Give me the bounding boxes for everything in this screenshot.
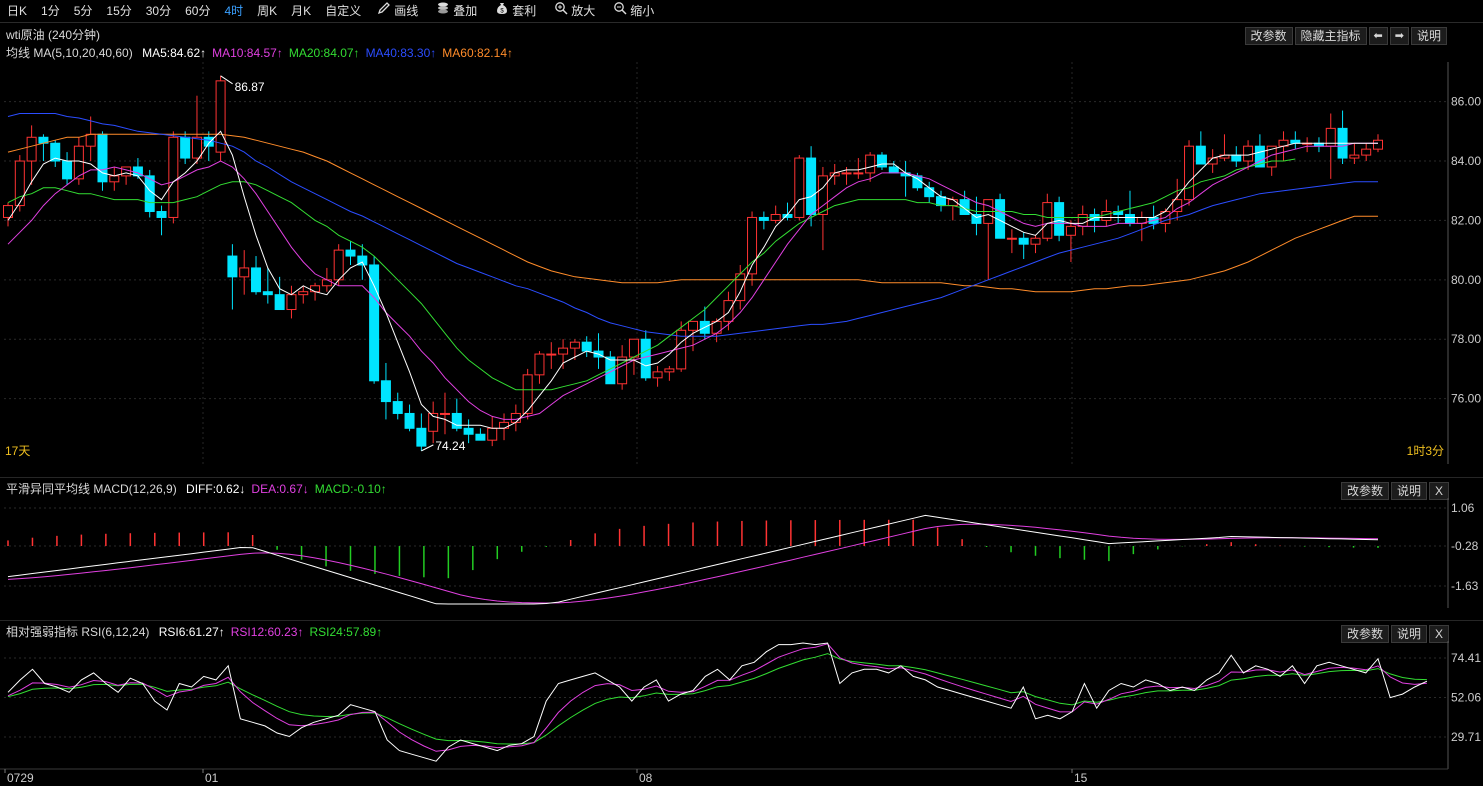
rsi6-line — [7, 642, 1428, 762]
candlestick-chart[interactable]: 86.00 84.00 82.00 80.00 78.00 76.00 86.87 74.24… — [0, 62, 1483, 464]
ma-legend-value: MA20:84.07↑ — [288, 46, 360, 60]
rsi-y-tick: 29.71 — [1451, 730, 1481, 744]
hide-main-indicator-button[interactable]: 隐藏主指标 — [1294, 27, 1367, 45]
y-tick-label: 86.00 — [1451, 95, 1481, 109]
tool-label: 叠加 — [453, 4, 478, 18]
tool-label: 画线 — [394, 4, 419, 18]
macd-y-tick: 1.06 — [1451, 501, 1475, 515]
candle — [876, 152, 887, 170]
high-price-label: 86.87 — [235, 80, 265, 94]
period-tab[interactable]: 60分 — [178, 0, 217, 22]
macd-y-tick: -0.28 — [1451, 539, 1479, 553]
ma-legend-value: MA60:82.14↑ — [442, 46, 513, 60]
legend-value: RSI12:60.23↑ — [230, 625, 304, 639]
period-tab[interactable]: 周K — [250, 0, 284, 22]
money-bag-icon: $ — [495, 1, 509, 21]
ma-legend-value: MA5:84.62↑ — [142, 46, 207, 60]
main-chart-title: wti原油 (240分钟) — [6, 28, 101, 42]
macd-legend-name: 平滑异同平均线 MACD(12,26,9) — [6, 482, 177, 496]
x-tick-label: 15 — [1074, 771, 1088, 785]
ma-legend-value: MA10:84.57↑ — [212, 46, 283, 60]
legend-value: RSI24:57.89↑ — [309, 625, 383, 639]
low-price-label: 74.24 — [435, 439, 465, 453]
period-tab[interactable]: 日K — [0, 0, 34, 22]
candle — [1054, 196, 1065, 242]
legend-value: DEA:0.67↓ — [251, 482, 309, 496]
legend-value: DIFF:0.62↓ — [186, 482, 246, 496]
candle — [522, 368, 533, 420]
ma-legend-value: MA40:83.30↑ — [365, 46, 437, 60]
period-toolbar: 日K 1分 5分 15分 30分 60分 4时 周K 月K 自定义 画线 叠加 $ 套利 放大 缩小 — [0, 0, 1483, 23]
period-tab[interactable]: 4时 — [217, 0, 250, 22]
pencil-icon — [377, 1, 391, 21]
time-axis: 0729 01 08 15 — [0, 768, 1448, 785]
zoom-in-icon — [554, 1, 568, 21]
x-tick-label: 0729 — [7, 771, 34, 785]
tool-money-bag-button[interactable]: $ 套利 — [486, 0, 545, 22]
y-tick-label: 82.00 — [1451, 213, 1481, 227]
scroll-right-button[interactable]: ➡ — [1389, 27, 1409, 45]
tool-label: 缩小 — [630, 4, 655, 18]
candle — [369, 256, 380, 384]
y-tick-label: 78.00 — [1451, 332, 1481, 346]
zoom-out-icon — [613, 1, 627, 21]
ma-legend-name: 均线 MA(5,10,20,40,60) — [6, 46, 133, 60]
change-params-button[interactable]: 改参数 — [1244, 27, 1293, 45]
macd-legend: 平滑异同平均线 MACD(12,26,9) DIFF:0.62↓ DEA:0.67… — [6, 480, 393, 498]
candle — [1184, 140, 1195, 206]
y-tick-label: 80.00 — [1451, 273, 1481, 287]
rsi-chart[interactable]: 74.41 52.06 29.71 — [0, 641, 1483, 769]
scroll-left-button[interactable]: ⬅ — [1368, 27, 1388, 45]
candle — [995, 193, 1006, 239]
rsi-y-tick: 52.06 — [1451, 691, 1481, 705]
period-tab[interactable]: 1分 — [34, 0, 67, 22]
rsi-y-tick: 74.41 — [1451, 651, 1481, 665]
countdown-label: 1时3分 — [1407, 444, 1444, 458]
legend-value: RSI6:61.27↑ — [158, 625, 225, 639]
rsi-legend: 相对强弱指标 RSI(6,12,24) RSI6:61.27↑ RSI12:60.… — [6, 623, 388, 641]
span-days-label: 17天 — [5, 444, 30, 458]
legend-value: MACD:-0.10↑ — [314, 482, 387, 496]
tool-layers-button[interactable]: 叠加 — [427, 0, 486, 22]
tool-zoom-out-button[interactable]: 缩小 — [604, 0, 663, 22]
rsi-legend-name: 相对强弱指标 RSI(6,12,24) — [6, 625, 150, 639]
macd-y-tick: -1.63 — [1451, 579, 1479, 593]
candle — [97, 131, 108, 191]
y-tick-label: 84.00 — [1451, 154, 1481, 168]
tool-pencil-button[interactable]: 画线 — [368, 0, 427, 22]
period-tab[interactable]: 5分 — [67, 0, 100, 22]
period-tab[interactable]: 自定义 — [318, 0, 368, 22]
macd-chart[interactable]: 1.06 -0.28 -1.63 — [0, 498, 1483, 608]
help-button[interactable]: 说明 — [1410, 27, 1447, 45]
ma-legend: 均线 MA(5,10,20,40,60) MA5:84.62↑ MA10:84.5… — [6, 44, 519, 62]
tool-label: 套利 — [512, 4, 537, 18]
rsi24-line — [7, 653, 1427, 745]
candle — [168, 131, 179, 224]
macd-histogram — [7, 519, 1379, 579]
tool-zoom-in-button[interactable]: 放大 — [545, 0, 604, 22]
x-tick-label: 01 — [205, 771, 219, 785]
candle — [794, 155, 805, 221]
y-tick-label: 76.00 — [1451, 392, 1481, 406]
candle — [215, 75, 226, 162]
main-chart-buttons: 改参数 隐藏主指标 ⬅ ➡ 说明 — [1244, 27, 1447, 45]
period-tab[interactable]: 30分 — [139, 0, 178, 22]
period-tab[interactable]: 15分 — [99, 0, 138, 22]
layers-icon — [436, 1, 450, 21]
period-tab[interactable]: 月K — [284, 0, 318, 22]
tool-label: 放大 — [571, 4, 596, 18]
x-tick-label: 08 — [639, 771, 653, 785]
